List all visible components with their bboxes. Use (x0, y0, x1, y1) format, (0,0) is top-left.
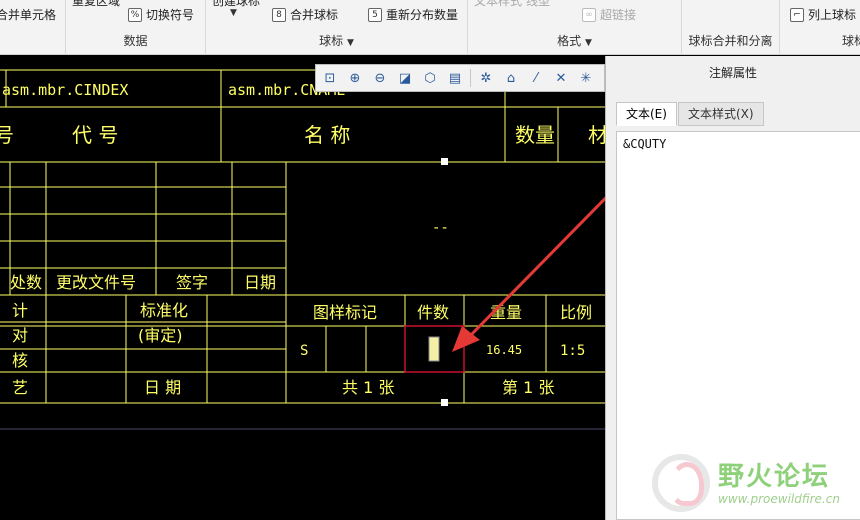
left-label-process: 艺 (12, 378, 28, 397)
point-display-icon[interactable]: ✕ (551, 68, 571, 88)
repaint-icon[interactable]: ◪ (395, 68, 415, 88)
asm-index-text[interactable]: asm.mbr.CINDEX (2, 81, 128, 99)
left-label-design: 计 (12, 301, 28, 320)
balloon-cut-group: ⌐ 列上球标 球标 (780, 0, 860, 55)
hyperlink-button[interactable]: ∞ 超链接 (582, 6, 636, 23)
balloon-merge-split-group: 球标合并和分离 (682, 0, 780, 55)
toggle-symbol-label: 切换符号 (146, 8, 195, 22)
zoom-out-icon[interactable]: ⊖ (370, 68, 390, 88)
repeat-region-label: 重复区域 (72, 0, 121, 8)
redistribute-qty-button[interactable]: 5 重新分布数量 (368, 6, 458, 23)
drawing-canvas[interactable]: asm.mbr.CINDEX asm.mbr.CNAME 号 代 号 名 称 数… (0, 56, 605, 520)
chevron-down-icon: ▼ (230, 8, 237, 18)
toggle-symbol-button[interactable]: % 切换符号 (128, 6, 194, 23)
panel-tabs: 文本(E) 文本样式(X) (616, 102, 765, 126)
hyperlink-icon: ∞ (582, 7, 596, 22)
tab-text-style[interactable]: 文本样式(X) (677, 102, 764, 126)
list-balloons-icon: ⌐ (790, 7, 804, 22)
redistribute-qty-icon: 5 (368, 7, 382, 22)
title-block-drawing: asm.mbr.CINDEX asm.mbr.CNAME 号 代 号 名 称 数… (0, 69, 605, 430)
date2-label: 日 期 (144, 378, 181, 397)
view-orient-icon[interactable]: ⬡ (420, 68, 440, 88)
text-style-label: 文本样式 (474, 0, 523, 8)
left-label-audit: 核 (12, 351, 28, 370)
total-sheets: 共 1 张 (342, 378, 394, 397)
tab-text[interactable]: 文本(E) (616, 102, 677, 126)
format-group: 文本样式 线型 ∞ 超链接 格式 ▼ (468, 0, 682, 55)
balloon-cut-label: 球标 (841, 34, 860, 48)
annotation-properties-panel: 注解属性 文本(E) 文本样式(X) &CQUTY (605, 56, 860, 520)
forum-watermark: 野火论坛 www.proewildfire.cn (650, 452, 860, 520)
chevron-down-icon: ▼ (584, 38, 592, 48)
merge-balloons-icon: 8 (272, 7, 286, 22)
balloon-group-label[interactable]: 球标 ▼ (206, 32, 467, 49)
cell-selection (404, 158, 465, 406)
sheet-icon[interactable]: ▤ (445, 68, 465, 88)
annotation-display-icon[interactable]: ⌂ (501, 68, 521, 88)
line-style-label: 线型 (526, 0, 551, 8)
merge-cells-button[interactable]: 合并单元格 (0, 6, 56, 23)
revision-doc-no: 更改文件号 (56, 273, 136, 292)
data-group-left: 合并单元格 (0, 0, 66, 55)
zoom-in-icon[interactable]: ⊕ (345, 68, 365, 88)
scale-value: 1:5 (560, 343, 585, 359)
merge-cells-label: 合并单元格 (0, 8, 57, 22)
standardize-label: 标准化 (140, 301, 188, 320)
format-group-text: 格式 (557, 34, 582, 48)
drawing-mark-label: 图样标记 (313, 303, 377, 322)
datum-display-icon[interactable]: ✲ (476, 68, 496, 88)
panel-title: 注解属性 (708, 66, 757, 80)
revision-count: 处数 (10, 273, 42, 292)
revision-date: 日期 (244, 273, 276, 292)
ribbon: 合并单元格 重复区域 % 切换符号 数据 创建球标 ▼ 8 合并球标 5 重新分… (0, 0, 860, 55)
zoom-fit-icon[interactable]: ⊡ (320, 68, 340, 88)
csys-display-icon[interactable]: ✳ (576, 68, 596, 88)
annotation-arrow (452, 196, 605, 352)
list-balloons-label: 列上球标 (808, 8, 857, 22)
axis-display-icon[interactable]: ⁄ (526, 68, 546, 88)
balloon-group: 创建球标 ▼ 8 合并球标 5 重新分布数量 球标 ▼ (206, 0, 468, 55)
piece-count-label: 件数 (417, 303, 449, 322)
left-label-check: 对 (12, 326, 28, 345)
weight-value: 16.45 (486, 343, 522, 357)
merge-balloons-button[interactable]: 8 合并球标 (272, 6, 338, 23)
watermark-url: www.proewildfire.cn (718, 492, 840, 506)
header-material: 材 (588, 123, 605, 147)
chevron-down-icon: ▼ (346, 38, 354, 48)
header-qty: 数量 (515, 123, 555, 147)
redistribute-qty-label: 重新分布数量 (386, 8, 459, 22)
header-seq: 号 (0, 123, 14, 147)
review-label: (审定) (138, 326, 183, 345)
balloon-merge-split-label: 球标合并和分离 (688, 34, 773, 48)
view-toolbar: ⊡ ⊕ ⊖ ◪ ⬡ ▤ ✲ ⌂ ⁄ ✕ ✳ (315, 64, 605, 92)
data-group: 重复区域 % 切换符号 数据 (66, 0, 206, 55)
text-style-button[interactable]: 文本样式 线型 (474, 0, 550, 9)
toggle-symbol-icon: % (128, 7, 142, 22)
blank-dash: -- (432, 220, 449, 236)
format-group-label[interactable]: 格式 ▼ (468, 32, 681, 49)
repeat-region-button[interactable]: 重复区域 (72, 0, 120, 9)
revision-sign: 签字 (176, 273, 208, 292)
create-balloon-dropdown[interactable]: ▼ (230, 8, 237, 18)
merge-balloons-label: 合并球标 (290, 8, 339, 22)
stage-value: S (300, 343, 308, 359)
hyperlink-label: 超链接 (600, 8, 637, 22)
header-code: 代 号 (72, 123, 118, 147)
watermark-title: 野火论坛 (718, 462, 831, 492)
toolbar-divider (470, 69, 471, 87)
sheet-number: 第 1 张 (502, 378, 554, 397)
balloon-group-text: 球标 (319, 34, 344, 48)
watermark-flame-icon (670, 462, 704, 506)
list-balloons-button[interactable]: ⌐ 列上球标 (790, 6, 856, 23)
data-group-label: 数据 (123, 34, 148, 48)
header-name: 名 称 (304, 123, 350, 147)
scale-label: 比例 (560, 303, 592, 322)
